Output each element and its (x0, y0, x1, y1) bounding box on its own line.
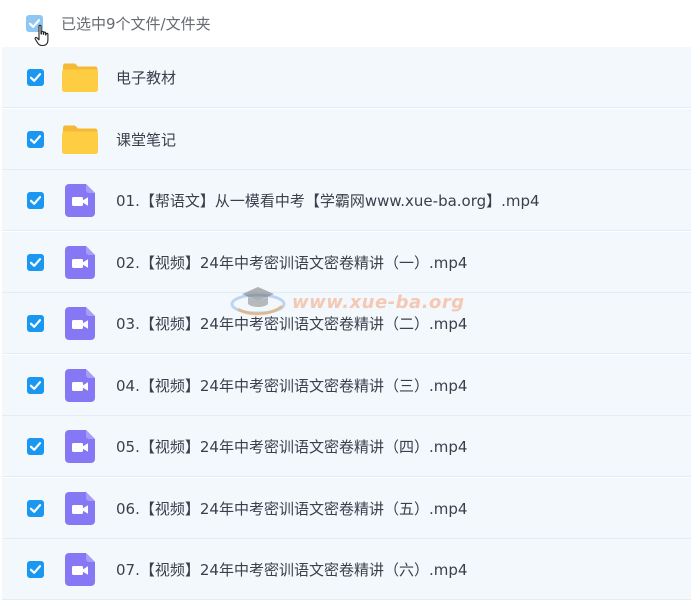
file-row[interactable]: 05.【视频】24年中考密训语文密卷精讲（四）.mp4 (2, 416, 691, 477)
row-checkbox[interactable] (27, 254, 44, 271)
file-row[interactable]: 01.【帮语文】从一模看中考【学霸网www.xue-ba.org】.mp4 (2, 170, 691, 231)
row-checkbox[interactable] (27, 315, 44, 332)
checkmark-icon (29, 504, 42, 513)
video-file-icon (65, 430, 95, 463)
row-checkbox[interactable] (27, 438, 44, 455)
selection-count-text: 已选中9个文件/文件夹 (61, 15, 211, 33)
file-row[interactable]: 03.【视频】24年中考密训语文密卷精讲（二）.mp4 (2, 293, 691, 354)
hand-pointer-icon (34, 24, 49, 47)
file-row[interactable]: 02.【视频】24年中考密训语文密卷精讲（一）.mp4 (2, 232, 691, 293)
file-row[interactable]: 07.【视频】24年中考密训语文密卷精讲（六）.mp4 (2, 539, 691, 600)
video-file-icon (65, 184, 95, 217)
selection-header: 已选中9个文件/文件夹 (0, 0, 691, 47)
checkmark-icon (29, 196, 42, 205)
file-name[interactable]: 06.【视频】24年中考密训语文密卷精讲（五）.mp4 (116, 498, 467, 519)
video-file-icon (65, 553, 95, 586)
folder-row[interactable]: 课堂笔记 (2, 109, 691, 170)
row-checkbox[interactable] (27, 377, 44, 394)
file-name[interactable]: 02.【视频】24年中考密训语文密卷精讲（一）.mp4 (116, 252, 467, 273)
video-file-icon (65, 369, 95, 402)
file-name[interactable]: 03.【视频】24年中考密训语文密卷精讲（二）.mp4 (116, 313, 467, 334)
row-checkbox[interactable] (27, 69, 44, 86)
checkmark-icon (29, 258, 42, 267)
row-checkbox[interactable] (27, 500, 44, 517)
row-checkbox[interactable] (27, 561, 44, 578)
file-name[interactable]: 07.【视频】24年中考密训语文密卷精讲（六）.mp4 (116, 559, 467, 580)
folder-icon (62, 125, 98, 154)
video-file-icon (65, 246, 95, 279)
file-name[interactable]: 01.【帮语文】从一模看中考【学霸网www.xue-ba.org】.mp4 (116, 190, 540, 211)
file-name[interactable]: 04.【视频】24年中考密训语文密卷精讲（三）.mp4 (116, 375, 467, 396)
checkmark-icon (29, 319, 42, 328)
checkmark-icon (29, 442, 42, 451)
row-checkbox[interactable] (27, 131, 44, 148)
video-file-icon (65, 492, 95, 525)
checkmark-icon (29, 73, 42, 82)
folder-name[interactable]: 课堂笔记 (116, 129, 176, 150)
file-row[interactable]: 06.【视频】24年中考密训语文密卷精讲（五）.mp4 (2, 478, 691, 539)
file-row[interactable]: 04.【视频】24年中考密训语文密卷精讲（三）.mp4 (2, 355, 691, 416)
folder-name[interactable]: 电子教材 (116, 67, 176, 88)
file-name[interactable]: 05.【视频】24年中考密训语文密卷精讲（四）.mp4 (116, 436, 467, 457)
row-checkbox[interactable] (27, 192, 44, 209)
checkmark-icon (29, 381, 42, 390)
folder-row[interactable]: 电子教材 (2, 47, 691, 108)
checkmark-icon (29, 565, 42, 574)
video-file-icon (65, 307, 95, 340)
folder-icon (62, 63, 98, 92)
file-list-page: 已选中9个文件/文件夹 电子教材课堂笔记 01.【帮语文】从一模看中考【学霸网ww… (0, 0, 691, 610)
checkmark-icon (29, 135, 42, 144)
